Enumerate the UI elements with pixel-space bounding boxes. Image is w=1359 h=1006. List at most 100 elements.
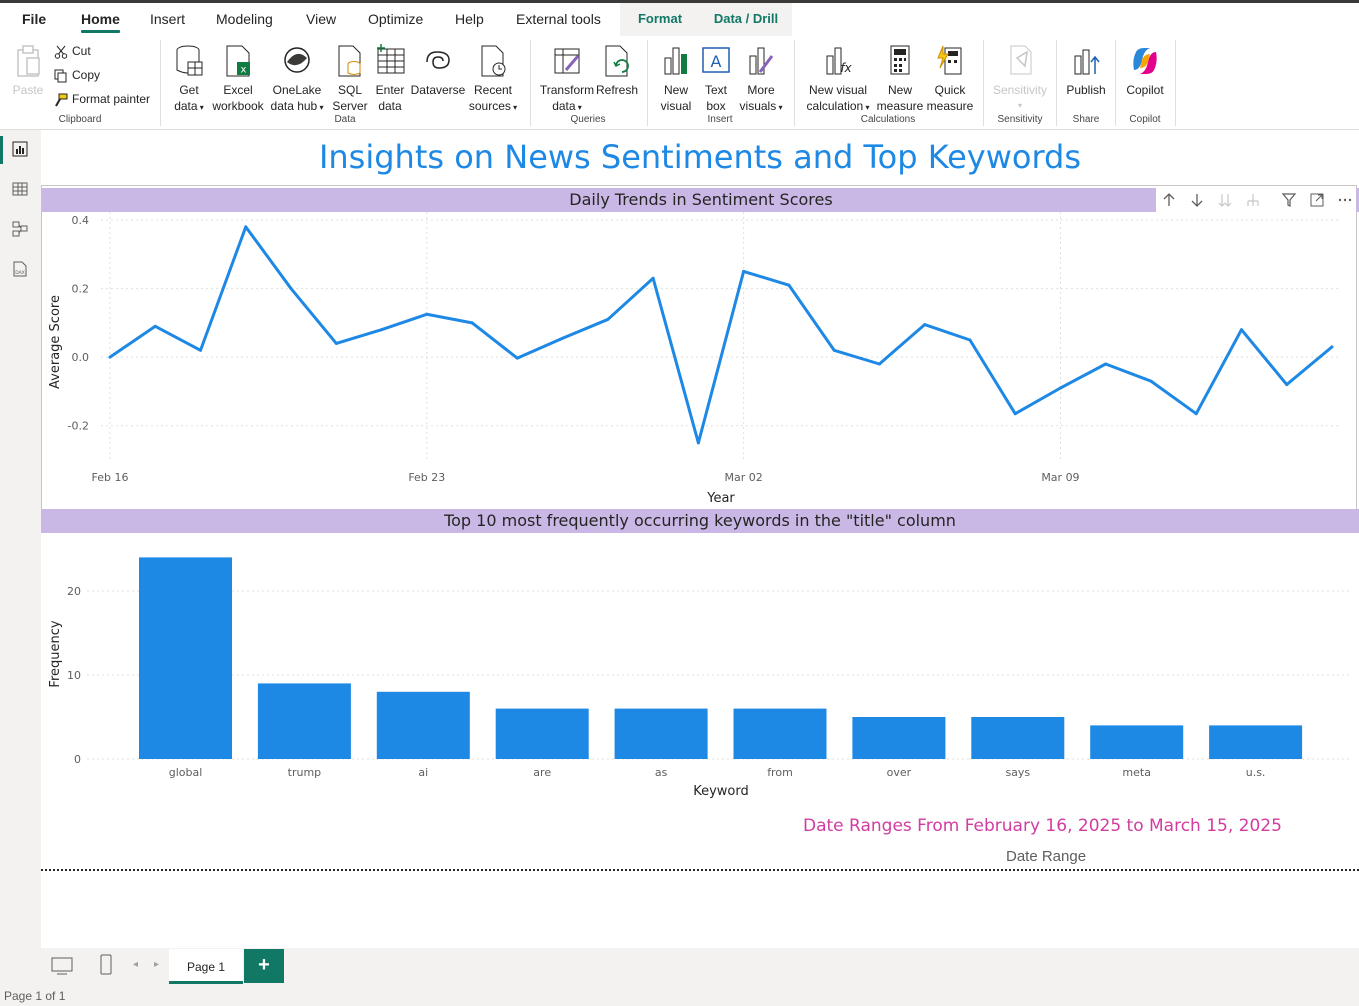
focus-mode-button[interactable] [1304, 188, 1330, 212]
expand-hierarchy-button[interactable] [1240, 188, 1266, 212]
y-axis-title: Average Score [48, 295, 63, 389]
excel-workbook-button[interactable]: x Excel workbook [211, 44, 265, 114]
ribbon-tabs: File Home Insert Modeling View Optimize … [0, 3, 1359, 36]
format-painter-button[interactable]: Format painter [54, 91, 150, 107]
next-level-button[interactable] [1212, 188, 1238, 212]
new-measure-label: New [887, 83, 912, 97]
transform-label: Transform [539, 83, 595, 97]
copilot-group-label: Copilot [1129, 114, 1161, 125]
onelake-data-hub-button[interactable]: OneLake data hub ▾ [267, 44, 327, 116]
mobile-layout-icon[interactable] [99, 954, 113, 976]
cut-button[interactable]: Cut [54, 43, 91, 59]
new-visual-label-2: visual [660, 99, 692, 113]
copy-button[interactable]: Copy [54, 67, 100, 83]
arrow-up-icon [1163, 193, 1175, 206]
calculations-group-label: Calculations [860, 114, 916, 125]
drill-down-button[interactable] [1184, 188, 1210, 212]
tab-data-drill[interactable]: Data / Drill [700, 3, 792, 36]
y-tick-label: -0.2 [68, 420, 89, 433]
visual-header-toolbar [1156, 188, 1356, 212]
fork-down-icon [1247, 194, 1259, 206]
tab-file[interactable]: File [14, 3, 54, 36]
tab-external-tools[interactable]: External tools [508, 3, 609, 36]
data-point [742, 269, 746, 273]
text-box-button[interactable]: A Text box [698, 44, 734, 114]
table-view-button[interactable] [0, 170, 41, 210]
text-box-label: Text [704, 83, 727, 97]
transform-data-button[interactable]: Transform data ▾ [538, 44, 596, 116]
excel-icon: x [226, 45, 250, 77]
sql-server-button[interactable]: SQL Server [330, 44, 370, 114]
desktop-layout-icon[interactable] [51, 956, 73, 976]
x-tick-label: trump [288, 766, 322, 779]
new-measure-label-2: measure [876, 99, 924, 113]
data-point [832, 348, 836, 352]
x-tick-label: are [533, 766, 551, 779]
text-box-label-2: box [706, 99, 726, 113]
visual-calculation-icon: fx [826, 47, 853, 75]
filter-button[interactable] [1276, 188, 1302, 212]
quick-measure-button[interactable]: Quick measure [926, 44, 974, 114]
chevron-down-icon: ▾ [575, 103, 582, 112]
get-data-button[interactable]: Get data ▾ [168, 44, 210, 116]
drill-up-button[interactable] [1156, 188, 1182, 212]
tab-modeling[interactable]: Modeling [208, 3, 281, 36]
get-data-label-2: data ▾ [174, 99, 204, 113]
data-point [334, 341, 338, 345]
paste-button[interactable]: Paste [10, 44, 46, 98]
chevron-down-icon: ▾ [510, 103, 518, 112]
refresh-button[interactable]: Refresh [596, 44, 638, 98]
data-point [923, 323, 927, 327]
sensitivity-button[interactable]: Sensitivity ▾ [988, 44, 1052, 114]
paste-icon [17, 45, 40, 77]
model-view-button[interactable] [0, 210, 41, 250]
dotted-divider [41, 869, 1359, 871]
bar [614, 708, 708, 759]
dataverse-button[interactable]: Dataverse [410, 44, 466, 98]
page-tab-page-1[interactable]: Page 1 [169, 949, 243, 984]
bar [139, 557, 232, 759]
new-visual-calculation-button[interactable]: fx New visual calculation ▾ [802, 44, 874, 116]
status-bar: Page 1 of 1 [0, 986, 1359, 1003]
copilot-button[interactable]: Copilot [1120, 44, 1170, 98]
group-divider [1175, 40, 1176, 126]
more-options-button[interactable] [1332, 188, 1358, 212]
dax-query-view-button[interactable]: DAX [0, 250, 41, 290]
report-view-button[interactable] [0, 130, 41, 170]
more-visuals-button[interactable]: More visuals ▾ [736, 44, 786, 116]
bar [1209, 725, 1303, 759]
y-tick-label: 0.4 [72, 214, 90, 227]
sentiment-series-line [109, 225, 1333, 445]
tab-insert[interactable]: Insert [142, 3, 193, 36]
x-tick-label: ai [418, 766, 428, 779]
focus-mode-icon [1310, 193, 1324, 207]
bar-chart-title: Top 10 most frequently occurring keyword… [41, 509, 1359, 533]
x-tick-label: Feb 23 [408, 471, 445, 484]
chevron-right-icon[interactable]: ▸ [154, 959, 159, 970]
recent-sources-button[interactable]: Recent sources ▾ [466, 44, 520, 116]
group-divider [794, 40, 795, 126]
bar [852, 717, 946, 759]
publish-button[interactable]: Publish [1062, 44, 1110, 98]
tab-optimize[interactable]: Optimize [360, 3, 431, 36]
dax-query-icon: DAX [13, 261, 27, 277]
tab-help[interactable]: Help [447, 3, 492, 36]
enter-data-button[interactable]: Enter data [372, 44, 408, 114]
new-visual-button[interactable]: New visual [656, 44, 696, 114]
data-point [1058, 386, 1062, 390]
sql-server-icon [338, 45, 361, 77]
more-visuals-label: More [747, 83, 775, 97]
report-view-icon [12, 141, 28, 157]
data-point [787, 283, 791, 287]
database-icon [176, 45, 203, 76]
new-measure-button[interactable]: New measure [876, 44, 924, 114]
tab-view[interactable]: View [298, 3, 344, 36]
x-tick-label: Mar 02 [725, 471, 763, 484]
recent-label: Recent [473, 83, 513, 97]
tab-format[interactable]: Format [620, 3, 700, 36]
tab-home[interactable]: Home [73, 3, 128, 36]
chevron-left-icon[interactable]: ◂ [133, 959, 138, 970]
date-range-label: Date Range [1006, 848, 1087, 865]
add-page-button[interactable]: + [244, 949, 284, 983]
bar [733, 708, 827, 759]
